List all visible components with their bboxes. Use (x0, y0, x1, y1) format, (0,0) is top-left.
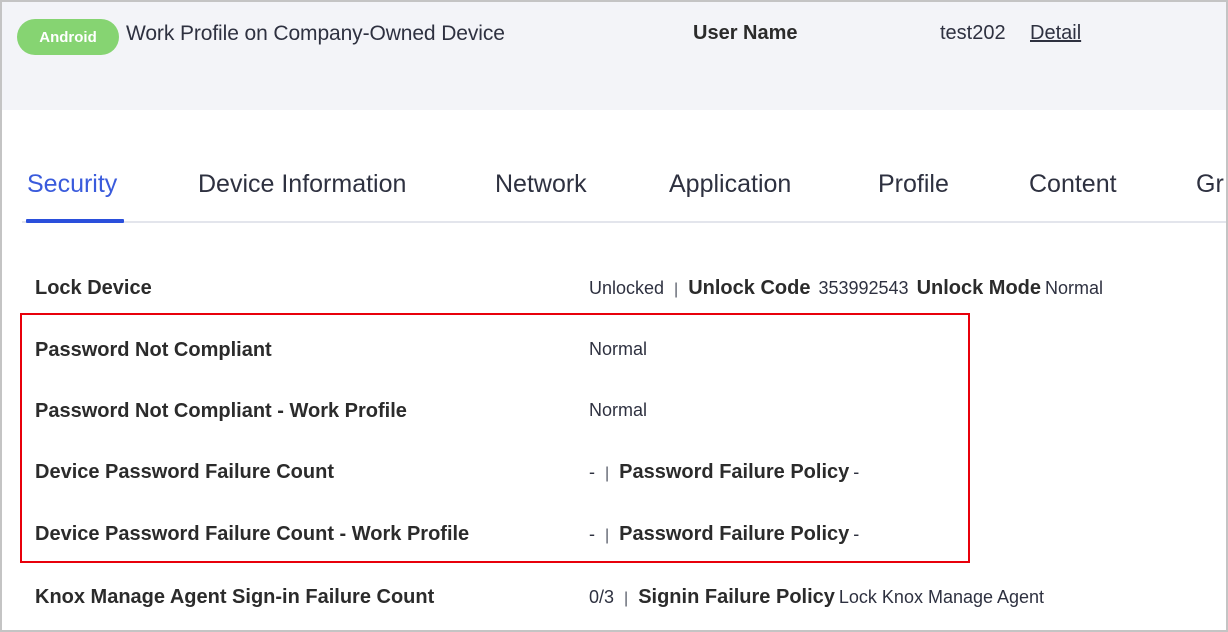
user-detail-link[interactable]: Detail (1030, 22, 1081, 45)
lock-device-value: Unlocked | Unlock Code 353992543 Unlock … (589, 277, 1103, 300)
device-header: Android Work Profile on Company-Owned De… (2, 2, 1226, 110)
lock-device-label: Lock Device (35, 277, 152, 299)
tab-security[interactable]: Security (27, 170, 117, 199)
unlock-code-value: 353992543 (818, 278, 909, 298)
agent-signin-failure-value: 0/3 | Signin Failure Policy Lock Knox Ma… (589, 586, 1044, 609)
tab-profile[interactable]: Profile (878, 170, 949, 199)
password-failure-policy-label: Password Failure Policy (619, 461, 850, 483)
signin-failure-policy-value: Lock Knox Manage Agent (838, 587, 1045, 607)
tab-device-information[interactable]: Device Information (198, 170, 406, 199)
device-password-failure-wp-value: - | Password Failure Policy - (589, 523, 859, 546)
agent-signin-failure-label: Knox Manage Agent Sign-in Failure Count (35, 586, 435, 608)
password-not-compliant-label: Password Not Compliant (35, 339, 272, 361)
tab-group[interactable]: Gr (1196, 170, 1224, 199)
failure-count: - (589, 462, 595, 482)
unlock-mode-label: Unlock Mode (916, 277, 1042, 299)
password-failure-policy-wp-value: - (853, 524, 860, 544)
separator: | (624, 590, 629, 607)
active-tab-indicator (26, 219, 124, 223)
separator: | (674, 281, 679, 298)
device-type-label: Work Profile on Company-Owned Device (126, 22, 505, 45)
password-compliance-wp-status: Normal (589, 400, 648, 420)
device-password-failure-value: - | Password Failure Policy - (589, 461, 859, 484)
user-name-value: test202 (940, 22, 1006, 44)
password-not-compliant-wp-value: Normal (589, 400, 647, 421)
tab-application[interactable]: Application (669, 170, 791, 199)
tab-network[interactable]: Network (495, 170, 587, 199)
device-password-failure-wp-label: Device Password Failure Count - Work Pro… (35, 523, 470, 545)
password-compliance-status: Normal (589, 339, 648, 359)
failure-count-wp: - (589, 524, 595, 544)
signin-failure-count: 0/3 (589, 587, 615, 607)
user-name-label: User Name (693, 22, 798, 44)
unlock-code-label: Unlock Code (688, 277, 811, 299)
separator: | (605, 527, 610, 544)
password-failure-policy-wp-label: Password Failure Policy (619, 523, 850, 545)
tab-divider (22, 221, 1226, 223)
device-password-failure-label: Device Password Failure Count (35, 461, 334, 483)
lock-status: Unlocked (589, 278, 665, 298)
separator: | (605, 465, 610, 482)
password-failure-policy-value: - (853, 462, 860, 482)
signin-failure-policy-label: Signin Failure Policy (638, 586, 835, 608)
tab-content[interactable]: Content (1029, 170, 1117, 199)
password-not-compliant-value: Normal (589, 339, 647, 360)
unlock-mode-value: Normal (1045, 278, 1104, 298)
device-detail-page: Android Work Profile on Company-Owned De… (0, 0, 1228, 632)
platform-badge: Android (17, 19, 119, 55)
password-not-compliant-wp-label: Password Not Compliant - Work Profile (35, 400, 407, 422)
